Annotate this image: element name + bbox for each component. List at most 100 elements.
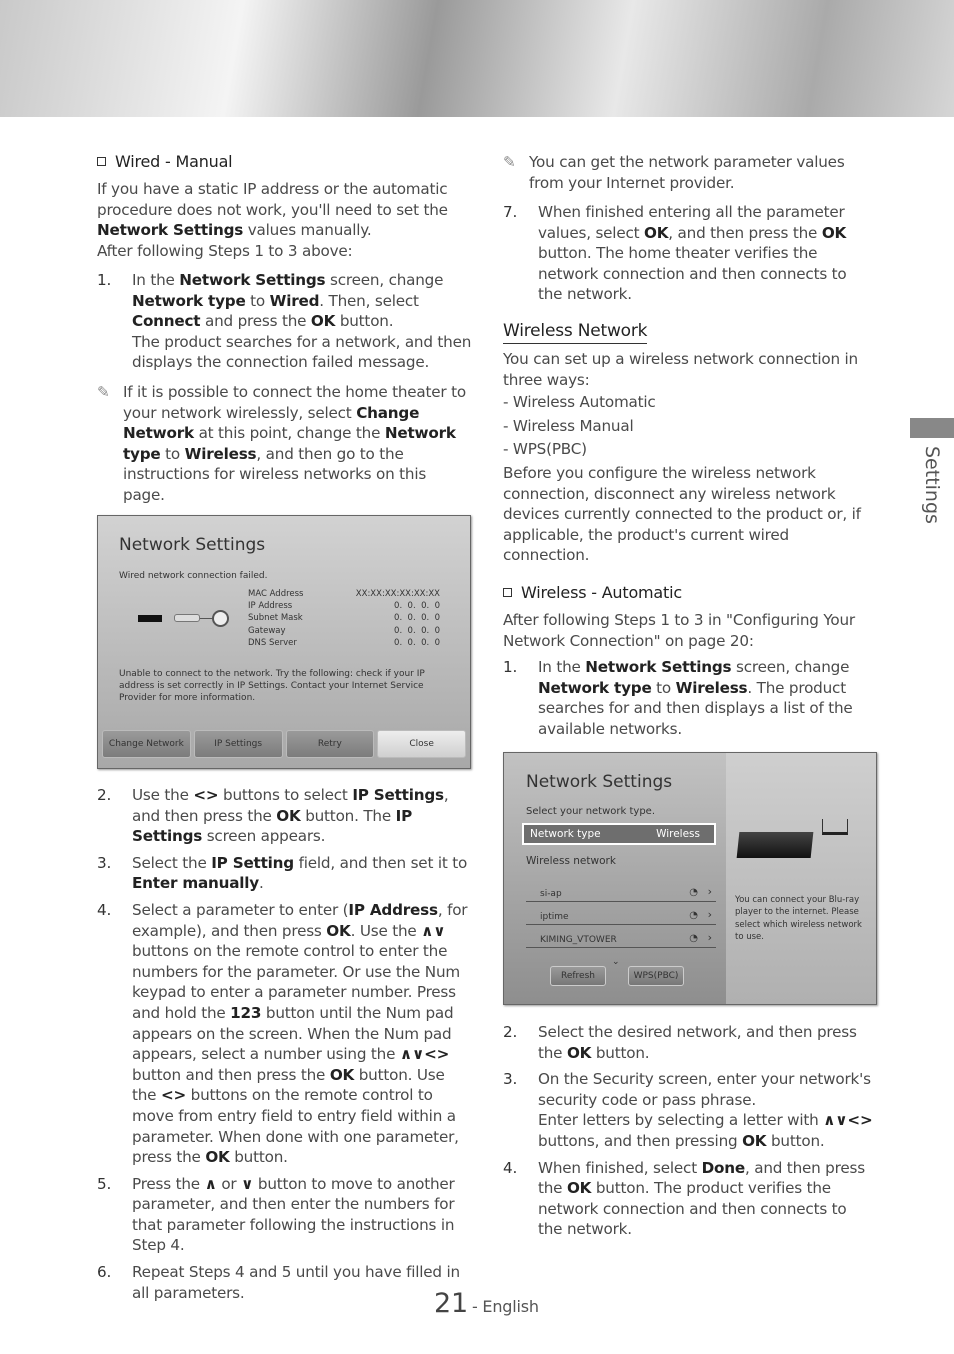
network-list-item[interactable]: iptime ◔ › xyxy=(526,902,716,925)
bold-term: Enter manually xyxy=(132,874,259,893)
step-text: On the Security screen, enter your netwo… xyxy=(538,1069,875,1151)
text-run: screen appears. xyxy=(202,827,326,846)
way-list-item: - WPS(PBC) xyxy=(503,440,587,459)
text-run: to xyxy=(160,444,185,463)
step-body: Press the ∧ or ∨ button to move to anoth… xyxy=(132,1174,472,1256)
note-text: If it is possible to connect the home th… xyxy=(123,382,472,506)
wireless-select-screen: Network Settings Select your network typ… xyxy=(503,752,877,1005)
help-panel xyxy=(726,753,876,1004)
field-value: 0. 0. 0. 0 xyxy=(394,613,440,624)
field-row: MAC Address XX:XX:XX:XX:XX:XX xyxy=(248,588,440,600)
text-run: button. xyxy=(229,1148,288,1167)
field-value: 0. 0. 0. 0 xyxy=(394,601,440,612)
step-3: 3. On the Security screen, enter your net… xyxy=(503,1069,875,1151)
chevron-down-icon[interactable]: ⌄ xyxy=(612,952,620,973)
intro-text: If you have a static IP address or the a… xyxy=(97,179,472,241)
step-number: 1. xyxy=(503,658,518,676)
step-number: 7. xyxy=(503,203,518,221)
field-row: IP Address 0. 0. 0. 0 xyxy=(248,600,440,612)
step-text: Select the desired network, and then pre… xyxy=(538,1022,875,1063)
screen-button-close[interactable]: Close xyxy=(377,730,466,758)
step-4: 4. When finished, select Done, and then p… xyxy=(503,1158,875,1240)
bold-term: Done xyxy=(701,1158,746,1177)
network-type-value: Wireless xyxy=(656,828,700,840)
step-text: Repeat Steps 4 and 5 until you have fill… xyxy=(132,1262,472,1303)
step-number: 3. xyxy=(97,853,112,872)
bluray-player-icon xyxy=(736,832,814,858)
screen-button-change-network[interactable]: Change Network xyxy=(102,730,191,758)
field-value: 0. 0. 0. 0 xyxy=(394,637,440,648)
text-run: Enter letters by selecting a letter with xyxy=(538,1111,824,1130)
pencil-note-icon: ✎ xyxy=(97,383,110,401)
wireless-intro: You can set up a wireless network connec… xyxy=(503,349,875,566)
screen-message: Unable to connect to the network. Try th… xyxy=(119,669,425,703)
header-banner xyxy=(0,0,954,117)
bold-term: OK xyxy=(742,1131,767,1150)
text-run: buttons to select xyxy=(218,786,353,804)
step-text: In the Network Settings screen, change N… xyxy=(538,657,875,739)
bold-term: OK xyxy=(821,223,847,242)
step-2: 2. Use the <> buttons to select IP Settin… xyxy=(97,785,472,847)
text-run: values manually. xyxy=(243,221,372,240)
wired-intro: If you have a static IP address or the a… xyxy=(97,179,472,261)
field-label: DNS Server xyxy=(248,637,297,648)
left-note: ✎ If it is possible to connect the home t… xyxy=(97,382,472,506)
step-text: Use the <> buttons to select IP Settings… xyxy=(132,785,472,847)
text-run: button and then press the xyxy=(132,1065,330,1084)
step-text: In the Network Settings screen, change N… xyxy=(132,270,472,332)
screen-button-ip-settings[interactable]: IP Settings xyxy=(193,730,283,758)
chevron-right-icon: › xyxy=(707,885,712,898)
bold-term: OK xyxy=(644,223,669,242)
step-body: Select the desired network, and then pre… xyxy=(538,1022,875,1063)
text-run: . Then, select xyxy=(319,291,419,310)
wifi-lock-icon: ◔ xyxy=(689,910,698,921)
text-run: to xyxy=(245,291,270,310)
network-list-item[interactable]: KIMING_VTOWER ◔ › xyxy=(526,925,716,948)
screen-button-retry[interactable]: Retry xyxy=(285,730,375,758)
step-text: Select a parameter to enter (IP Address,… xyxy=(132,900,472,1168)
text-run: Use the xyxy=(132,786,194,804)
bold-term: <> xyxy=(160,1086,187,1105)
footer-language: - English xyxy=(471,1297,539,1316)
bold-term: Wired xyxy=(269,291,320,310)
step-text: When finished entering all the parameter… xyxy=(538,202,875,305)
network-name: si-ap xyxy=(540,889,562,899)
field-row: Subnet Mask 0. 0. 0. 0 xyxy=(248,612,440,624)
field-label: Subnet Mask xyxy=(248,613,303,624)
bold-term: OK xyxy=(326,921,351,940)
checkbox-bullet-icon xyxy=(503,588,512,597)
checkbox-bullet-icon xyxy=(97,157,106,166)
text-run: at this point, change the xyxy=(193,424,385,443)
bold-term: Wireless xyxy=(675,678,748,697)
network-type-selector[interactable]: Network type Wireless xyxy=(522,823,716,845)
field-value: XX:XX:XX:XX:XX:XX xyxy=(355,589,440,599)
note-text: You can get the network parameter values… xyxy=(529,153,845,192)
page-footer: 21- English xyxy=(434,1290,539,1318)
bold-term: Network Settings xyxy=(97,221,244,240)
text-run: In the xyxy=(132,271,180,289)
step-number: 2. xyxy=(97,786,112,804)
bold-term: Wireless xyxy=(184,444,257,463)
bold-term: OK xyxy=(205,1148,230,1167)
field-label: IP Address xyxy=(248,601,293,612)
field-value: 0. 0. 0. 0 xyxy=(394,625,440,636)
text-run: Press the xyxy=(132,1174,205,1193)
text-run: On the Security screen, enter your netwo… xyxy=(538,1070,871,1109)
network-list-item[interactable]: si-ap ◔ › xyxy=(526,879,716,902)
bold-term: OK xyxy=(276,806,301,825)
network-name: iptime xyxy=(540,912,569,922)
side-tab-label: Settings xyxy=(921,446,943,524)
text-run: button. xyxy=(335,312,394,331)
bold-term: OK xyxy=(329,1065,355,1084)
wifi-lock-icon: ◔ xyxy=(689,887,698,898)
screen-button-wpspbc[interactable]: WPS(PBC) xyxy=(628,966,684,986)
wired-failed-screen: Network Settings Wired network connectio… xyxy=(97,515,471,769)
text-run: Select a parameter to enter ( xyxy=(132,900,349,919)
text-run: or xyxy=(216,1174,242,1193)
bold-term: <> xyxy=(193,786,219,804)
step-text: Press the ∧ or ∨ button to move to anoth… xyxy=(132,1174,472,1256)
wireless-heading-wrap: Wireless Network xyxy=(503,321,875,344)
text-run: button. The home theater verifies the ne… xyxy=(538,244,847,304)
bold-term: ∧∨<> xyxy=(399,1045,450,1064)
screen-button-refresh[interactable]: Refresh xyxy=(550,966,606,986)
